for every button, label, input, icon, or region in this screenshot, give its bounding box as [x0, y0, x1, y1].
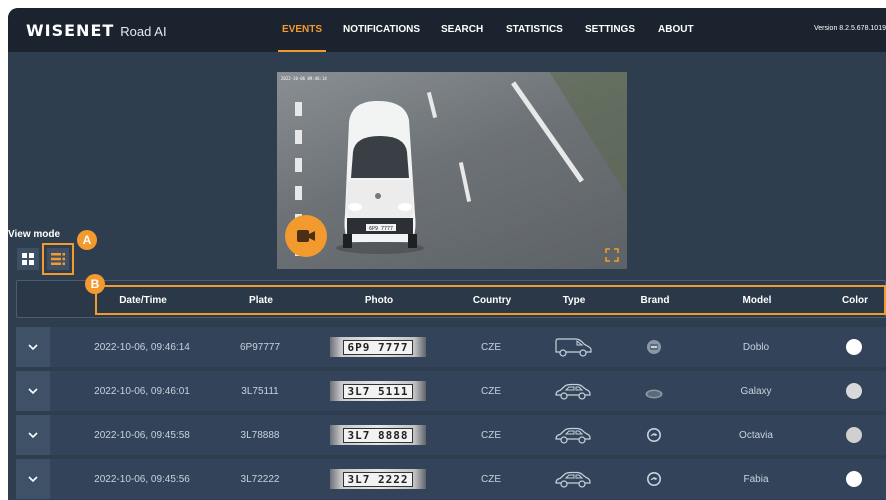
list-icon [51, 253, 65, 265]
cell-model: Fabia [743, 474, 769, 485]
car-icon [554, 469, 592, 494]
plate-photo[interactable]: 3L7 8888 [330, 425, 426, 445]
plate-photo-text: 3L7 2222 [342, 471, 414, 487]
color-swatch [846, 383, 862, 399]
fullscreen-icon[interactable] [605, 248, 619, 262]
chevron-down-icon [28, 476, 38, 482]
video-camera-icon [297, 230, 315, 242]
nav-about[interactable]: ABOUT [658, 8, 694, 52]
row-expand-button[interactable] [16, 371, 50, 411]
cell-model: Octavia [739, 430, 773, 441]
cell-datetime: 2022-10-06, 09:46:14 [94, 342, 190, 353]
nav-search[interactable]: SEARCH [441, 8, 483, 52]
van-plate-text: 6P9 7777 [369, 226, 393, 232]
cell-country: CZE [481, 386, 501, 397]
nav-notifications[interactable]: NOTIFICATIONS [343, 8, 420, 52]
plate-photo[interactable]: 3L7 5111 [330, 381, 426, 401]
grid-icon [22, 253, 34, 265]
skoda-logo-icon [646, 471, 662, 492]
plate-photo-text: 3L7 8888 [342, 427, 414, 443]
color-swatch [846, 471, 862, 487]
callout-marker-b: B [85, 274, 105, 294]
color-swatch [846, 427, 862, 443]
cell-plate: 3L75111 [241, 386, 279, 397]
cell-country: CZE [481, 342, 501, 353]
van-snapshot: 6P9 7777 [336, 100, 424, 254]
chevron-down-icon [28, 388, 38, 394]
table-row[interactable]: 2022-10-06, 09:46:14 6P97777 6P9 7777 CZE Do… [16, 327, 886, 367]
van-icon [554, 337, 592, 362]
plate-photo-text: 6P9 7777 [342, 339, 414, 355]
view-mode-label: View mode [8, 229, 61, 240]
callout-marker-a: A [77, 230, 97, 250]
table-row[interactable]: 2022-10-06, 09:45:56 3L72222 3L7 2222 CZE Fa… [16, 459, 886, 499]
product-name: Road AI [120, 24, 167, 39]
header-highlight-box [95, 285, 886, 315]
row-expand-button[interactable] [16, 327, 50, 367]
record-video-button[interactable] [285, 215, 327, 257]
top-nav-bar: WISENET Road AI EVENTS NOTIFICATIONS SEA… [8, 8, 886, 52]
preview-timestamp: 2022-10-06 09:46:14 [281, 76, 327, 81]
row-expand-button[interactable] [16, 459, 50, 499]
list-view-button[interactable] [42, 243, 74, 275]
car-icon [554, 381, 592, 406]
cell-datetime: 2022-10-06, 09:45:56 [94, 474, 190, 485]
table-row[interactable]: 2022-10-06, 09:46:01 3L75111 3L7 5111 CZE Ga… [16, 371, 886, 411]
cell-model: Galaxy [740, 386, 772, 397]
wisenet-logo: WISENET [26, 21, 115, 40]
nav-events[interactable]: EVENTS [277, 8, 327, 52]
chevron-down-icon [28, 432, 38, 438]
cell-plate: 3L72222 [240, 474, 280, 485]
cell-plate: 3L78888 [240, 430, 280, 441]
row-expand-button[interactable] [16, 415, 50, 455]
cell-model: Doblo [742, 342, 770, 353]
cell-datetime: 2022-10-06, 09:45:58 [94, 430, 190, 441]
plate-photo[interactable]: 3L7 2222 [330, 469, 426, 489]
cell-plate: 6P97777 [239, 342, 281, 353]
brand: WISENET Road AI [26, 21, 167, 40]
car-icon [554, 425, 592, 450]
nav-statistics[interactable]: STATISTICS [506, 8, 563, 52]
plate-photo-text: 3L7 5111 [342, 383, 414, 399]
chevron-down-icon [28, 344, 38, 350]
camera-preview: 2022-10-06 09:46:14 6P9 7777 [277, 72, 627, 269]
cell-country: CZE [481, 430, 501, 441]
ford-logo-icon [645, 386, 663, 404]
fiat-logo-icon [646, 339, 662, 360]
cell-country: CZE [481, 474, 501, 485]
color-swatch [846, 339, 862, 355]
nav-settings[interactable]: SETTINGS [585, 8, 635, 52]
app-window: WISENET Road AI EVENTS NOTIFICATIONS SEA… [8, 8, 886, 500]
grid-view-button[interactable] [17, 248, 39, 270]
cell-datetime: 2022-10-06, 09:46:01 [94, 386, 190, 397]
table-row[interactable]: 2022-10-06, 09:45:58 3L78888 3L7 8888 CZE Oc… [16, 415, 886, 455]
version-label: Version 8.2.5.678.1019 [813, 25, 886, 32]
plate-photo[interactable]: 6P9 7777 [330, 337, 426, 357]
skoda-logo-icon [646, 427, 662, 448]
